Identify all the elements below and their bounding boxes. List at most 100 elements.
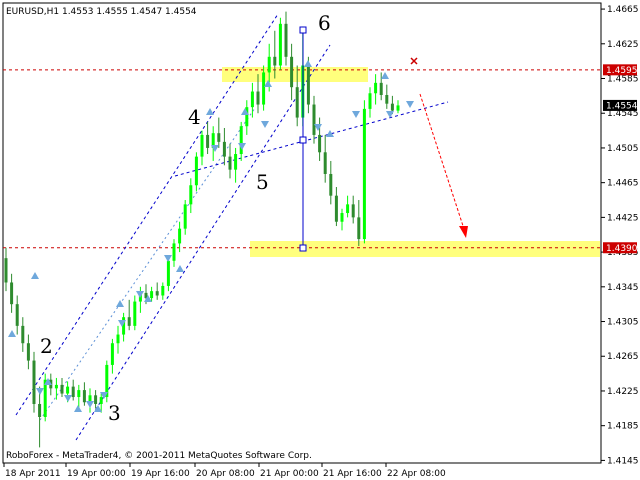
candle-body — [194, 156, 198, 186]
x-tick-label: 19 Apr 16:00 — [131, 469, 190, 479]
candle-body — [206, 134, 210, 148]
x-tick-label: 19 Apr 00:00 — [67, 469, 126, 479]
y-tick-label: 1.4505 — [607, 144, 639, 154]
price-tag-last-text: 1.4554 — [606, 101, 638, 111]
candle-body — [329, 173, 333, 196]
copyright-footer: RoboForex - MetaTrader4, © 2001-2011 Met… — [6, 451, 312, 461]
candle-body — [284, 23, 288, 57]
candle-body — [295, 87, 299, 118]
candle-body — [54, 384, 58, 389]
candle-body — [239, 126, 243, 155]
candle-body — [10, 282, 14, 305]
candle-body — [189, 185, 193, 205]
candle-body — [155, 291, 159, 296]
candle-body — [374, 82, 378, 94]
candle-body — [278, 23, 282, 66]
candle-body — [178, 228, 182, 244]
candle — [166, 256, 170, 292]
candle — [105, 360, 109, 403]
candle-body — [357, 217, 361, 240]
x-tick-label: 22 Apr 08:00 — [387, 469, 446, 479]
wave-label-6: 6 — [318, 11, 331, 35]
wave-label-5: 5 — [256, 170, 269, 194]
candle-body — [150, 291, 154, 299]
measure-handle-top[interactable] — [299, 26, 307, 34]
candle-body — [200, 134, 204, 157]
candle-body — [38, 403, 42, 417]
candle-body — [385, 95, 389, 104]
candle-body — [66, 386, 70, 394]
candle-body — [267, 56, 271, 73]
candle-body — [346, 204, 350, 214]
candle — [362, 100, 366, 244]
candle-body — [32, 360, 36, 404]
resistance-zone — [222, 67, 368, 82]
candle-body — [306, 65, 310, 105]
candle-body — [323, 152, 327, 174]
wave-label-4: 4 — [188, 105, 201, 129]
candle-body — [183, 204, 187, 229]
wave-label-3: 3 — [108, 401, 121, 425]
candle-body — [217, 133, 221, 142]
candle-body — [82, 390, 86, 403]
candle-body — [133, 301, 137, 326]
price-tag-lower: 1.4390 — [603, 242, 638, 254]
candle-body — [94, 395, 98, 404]
candle-body — [26, 343, 30, 361]
candle-body — [351, 204, 355, 218]
candle-body — [110, 343, 114, 365]
candle-body — [127, 317, 131, 326]
y-tick-label: 1.4345 — [607, 283, 639, 293]
candle-body — [116, 334, 120, 344]
wave-label-2: 2 — [40, 334, 53, 358]
candle-body — [21, 325, 25, 344]
candle-body — [60, 384, 64, 394]
candle-body — [262, 72, 266, 105]
candle-body — [312, 104, 316, 135]
candle — [278, 17, 282, 70]
candle-body — [166, 260, 170, 286]
candle-body — [228, 156, 232, 170]
candle-body — [256, 91, 260, 105]
y-tick-label: 1.4225 — [607, 387, 639, 397]
price-chart[interactable]: 2 3 4 5 6 EURUSD,H1 1.4553 1.4555 1.4547… — [0, 0, 640, 480]
chart-window: 2 3 4 5 6 EURUSD,H1 1.4553 1.4555 1.4547… — [0, 0, 640, 480]
candle — [43, 373, 47, 422]
y-tick-label: 1.4305 — [607, 318, 639, 328]
candle-body — [99, 397, 103, 404]
symbol-header: EURUSD,H1 1.4553 1.4555 1.4547 1.4554 — [6, 7, 197, 17]
candle-body — [273, 56, 277, 66]
candle-body — [362, 108, 366, 240]
y-tick-label: 1.4425 — [607, 213, 639, 223]
candle-body — [390, 103, 394, 111]
price-tag-upper: 1.4595 — [603, 64, 638, 76]
y-tick-label: 1.4665 — [607, 5, 639, 15]
candle-body — [77, 390, 81, 398]
candle-body — [396, 105, 400, 111]
price-tag-last: 1.4554 — [603, 99, 638, 111]
candle-body — [318, 134, 322, 153]
candle-body — [172, 243, 176, 261]
price-tag-upper-text: 1.4595 — [606, 66, 638, 76]
y-tick-label: 1.4625 — [607, 40, 639, 50]
candle-body — [340, 213, 344, 222]
candle-body — [368, 93, 372, 109]
candle-body — [334, 195, 338, 222]
y-tick-label: 1.4185 — [607, 422, 639, 432]
candle-body — [43, 379, 47, 417]
measure-handle-mid[interactable] — [299, 136, 307, 144]
price-tag-lower-text: 1.4390 — [606, 244, 638, 254]
candle-body — [290, 56, 294, 88]
candle-body — [234, 154, 238, 170]
candle-body — [15, 304, 19, 326]
candle-body — [250, 91, 254, 108]
y-tick-label: 1.4265 — [607, 352, 639, 362]
candle — [32, 351, 36, 413]
measure-handle-bottom[interactable] — [299, 244, 307, 252]
candle-body — [71, 386, 75, 398]
candle-body — [161, 285, 165, 296]
y-tick-label: 1.4145 — [607, 456, 639, 466]
candle-body — [222, 141, 226, 157]
x-tick-label: 21 Apr 00:00 — [260, 469, 319, 479]
x-tick-label: 18 Apr 2011 — [5, 469, 61, 479]
